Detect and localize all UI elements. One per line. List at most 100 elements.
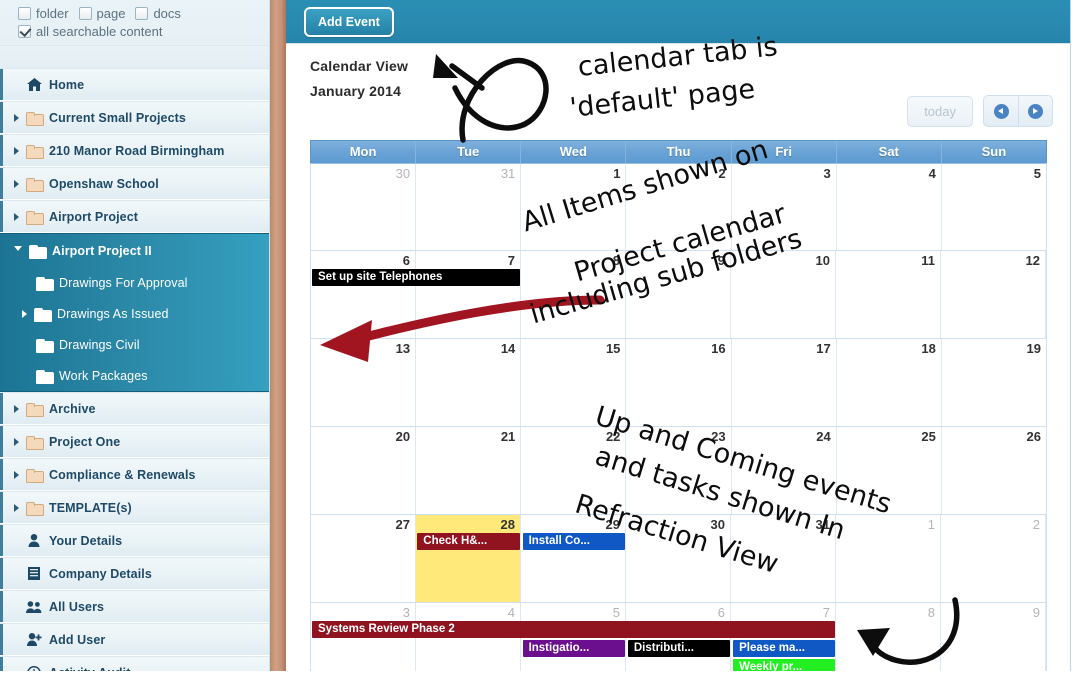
- today-button[interactable]: today: [907, 95, 973, 127]
- chevron-right-icon[interactable]: [14, 146, 19, 155]
- sidebar-resize-divider[interactable]: [270, 0, 286, 675]
- calendar-day-cell[interactable]: 3: [732, 164, 837, 250]
- calendar-day-cell[interactable]: 29: [521, 515, 626, 602]
- sidebar-item-add-user[interactable]: Add User: [0, 623, 269, 656]
- chevron-right-icon[interactable]: [14, 470, 19, 479]
- calendar-day-number: 31: [500, 166, 516, 181]
- sidebar-item-your-details[interactable]: Your Details: [0, 524, 269, 557]
- calendar-day-cell[interactable]: 31: [416, 164, 522, 250]
- sidebar-item-work-packages[interactable]: Work Packages: [0, 360, 269, 391]
- sidebar-item-all-users[interactable]: All Users: [0, 590, 269, 623]
- calendar-day-cell[interactable]: 28: [416, 515, 521, 602]
- checkbox-all-searchable-content-box[interactable]: [18, 25, 31, 38]
- calendar-event[interactable]: Set up site Telephones: [312, 269, 520, 286]
- weekday-header-mon: Mon: [311, 141, 417, 163]
- calendar-day-cell[interactable]: 1: [521, 164, 627, 250]
- calendar-event[interactable]: Instigatio...: [522, 640, 625, 657]
- checkbox-folder[interactable]: folder: [18, 6, 69, 21]
- sidebar-item-openshaw-school[interactable]: Openshaw School: [0, 167, 269, 200]
- calendar-day-cell[interactable]: 6: [626, 603, 731, 674]
- calendar-day-cell[interactable]: 9: [941, 603, 1046, 674]
- calendar-day-cell[interactable]: 26: [942, 427, 1046, 514]
- sidebar-item-drawings-civil[interactable]: Drawings Civil: [0, 329, 269, 360]
- weekday-header-fri: Fri: [732, 141, 837, 163]
- calendar-day-cell[interactable]: 7: [416, 251, 521, 338]
- calendar-day-cell[interactable]: 27: [311, 515, 416, 602]
- calendar-day-cell[interactable]: 2: [941, 515, 1046, 602]
- calendar-day-cell[interactable]: 11: [836, 251, 941, 338]
- calendar-day-cell[interactable]: 5: [942, 164, 1046, 250]
- checkbox-docs[interactable]: docs: [135, 6, 181, 21]
- calendar-day-cell[interactable]: 23: [626, 427, 732, 514]
- calendar-day-cell[interactable]: 30: [311, 164, 417, 250]
- calendar-event[interactable]: Systems Review Phase 2: [312, 621, 836, 638]
- calendar-day-cell[interactable]: 8: [521, 251, 626, 338]
- sidebar-item-drawings-for-approval[interactable]: Drawings For Approval: [0, 267, 269, 298]
- sidebar-item-home[interactable]: Home: [0, 68, 269, 101]
- calendar-week-row: 3 4 5 6 7 8 9 Systems Review Phase 2 Instigatio.…: [310, 603, 1047, 675]
- sidebar-item-company-details[interactable]: Company Details: [0, 557, 269, 590]
- calendar-event[interactable]: Check H&...: [417, 533, 520, 550]
- sidebar-item-archive[interactable]: Archive: [0, 392, 269, 425]
- chevron-right-icon[interactable]: [22, 309, 27, 318]
- calendar-day-cell[interactable]: 2: [626, 164, 732, 250]
- calendar-day-cell[interactable]: 16: [626, 339, 732, 426]
- calendar-day-cell[interactable]: 14: [416, 339, 522, 426]
- sidebar-item-compliance-renewals[interactable]: Compliance & Renewals: [0, 458, 269, 491]
- calendar-day-cell[interactable]: 1: [836, 515, 941, 602]
- checkbox-page-box[interactable]: [78, 7, 92, 20]
- chevron-right-icon[interactable]: [14, 437, 19, 446]
- calendar-day-cell[interactable]: 12: [941, 251, 1046, 338]
- sidebar-item-210-manor-road-birmingham[interactable]: 210 Manor Road Birmingham: [0, 134, 269, 167]
- chevron-right-icon[interactable]: [14, 503, 19, 512]
- calendar-event[interactable]: Install Co...: [522, 533, 625, 550]
- next-month-button[interactable]: [1018, 96, 1052, 126]
- chevron-right-icon[interactable]: [14, 404, 19, 413]
- add-event-button[interactable]: Add Event: [304, 6, 394, 37]
- calendar-day-cell[interactable]: 24: [732, 427, 837, 514]
- sidebar-item-airport-project-ii[interactable]: Airport Project II: [0, 234, 269, 267]
- calendar-day-number: 18: [921, 341, 936, 356]
- calendar-day-cell[interactable]: 6: [311, 251, 416, 338]
- chevron-right-icon[interactable]: [14, 212, 19, 221]
- calendar-day-cell[interactable]: 4: [837, 164, 942, 250]
- checkbox-page[interactable]: page: [78, 6, 125, 21]
- calendar-day-cell[interactable]: 15: [521, 339, 627, 426]
- calendar-day-cell[interactable]: 17: [732, 339, 837, 426]
- calendar-day-cell[interactable]: 22: [521, 427, 627, 514]
- sidebar-item-label-company-details: Company Details: [49, 566, 152, 581]
- calendar-event[interactable]: Please ma...: [733, 640, 836, 657]
- chevron-right-icon: [1028, 103, 1043, 119]
- calendar-day-cell[interactable]: 10: [731, 251, 836, 338]
- weekday-header-wed: Wed: [521, 141, 627, 163]
- sidebar-item-project-one[interactable]: Project One: [0, 425, 269, 458]
- prev-month-button[interactable]: [984, 96, 1018, 126]
- sidebar-item-drawings-as-issued[interactable]: Drawings As Issued: [0, 298, 269, 329]
- calendar-day-cell[interactable]: 5: [521, 603, 626, 674]
- checkbox-docs-box[interactable]: [135, 7, 149, 20]
- checkbox-all-searchable-content[interactable]: all searchable content: [18, 24, 162, 39]
- calendar-day-cell[interactable]: 25: [837, 427, 942, 514]
- chevron-right-icon[interactable]: [14, 179, 19, 188]
- chevron-right-icon[interactable]: [14, 113, 19, 122]
- calendar-day-cell[interactable]: 31: [731, 515, 836, 602]
- calendar-day-cell[interactable]: 19: [942, 339, 1046, 426]
- chevron-down-icon[interactable]: [14, 246, 22, 255]
- calendar-day-cell[interactable]: 13: [311, 339, 417, 426]
- folder-icon: [36, 276, 54, 291]
- calendar-day-number: 26: [1026, 429, 1041, 444]
- calendar-day-cell[interactable]: 20: [311, 427, 417, 514]
- calendar-day-cell[interactable]: 30: [626, 515, 731, 602]
- calendar-day-cell[interactable]: 9: [626, 251, 731, 338]
- sidebar-item-current-small-projects[interactable]: Current Small Projects: [0, 101, 269, 134]
- calendar-event[interactable]: Distributi...: [627, 640, 731, 657]
- calendar-day-cell[interactable]: 8: [836, 603, 941, 674]
- checkbox-folder-box[interactable]: [18, 7, 31, 20]
- calendar-nav-toolbar: today: [907, 95, 1053, 127]
- calendar-day-cell[interactable]: 4: [416, 603, 521, 674]
- calendar-day-cell[interactable]: 3: [311, 603, 416, 674]
- calendar-day-cell[interactable]: 18: [837, 339, 942, 426]
- sidebar-item-templates[interactable]: TEMPLATE(s): [0, 491, 269, 524]
- calendar-day-cell[interactable]: 21: [416, 427, 522, 514]
- sidebar-item-airport-project[interactable]: Airport Project: [0, 200, 269, 233]
